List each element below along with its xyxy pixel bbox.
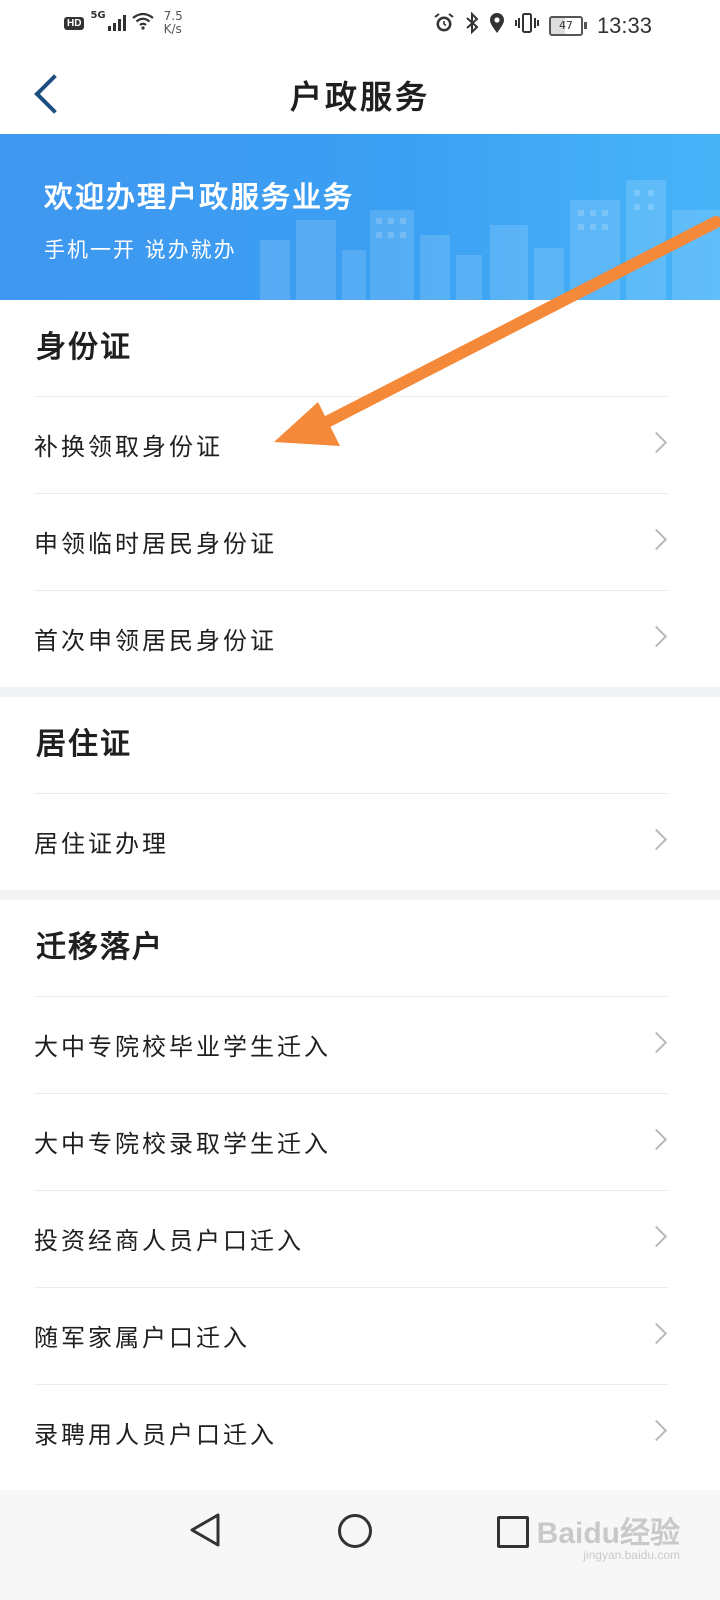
list-item[interactable]: 申领临时居民身份证 [34, 493, 668, 590]
list-item[interactable]: 录聘用人员户口迁入 [34, 1384, 668, 1481]
watermark-url: jingyan.baidu.com [583, 1548, 680, 1562]
list-item-label: 录聘用人员户口迁入 [34, 1421, 277, 1449]
list-item[interactable]: 首次申领居民身份证 [34, 590, 668, 687]
watermark: Baidu经验 jingyan.baidu.com [537, 1508, 680, 1562]
wifi-icon [131, 12, 154, 34]
hd-badge: HD [64, 16, 85, 30]
chevron-right-icon [645, 1419, 668, 1442]
system-nav-bar: Baidu经验 jingyan.baidu.com [0, 1490, 720, 1600]
banner-subtitle: 手机一开 说办就办 [44, 238, 237, 262]
nav-home-icon[interactable] [338, 1514, 372, 1548]
chevron-right-icon [645, 1031, 668, 1054]
network-type: 5G [90, 10, 106, 21]
list-item-label: 投资经商人员户口迁入 [34, 1227, 304, 1255]
alarm-icon [433, 12, 455, 39]
battery-level: 47 [548, 15, 583, 36]
battery-icon: 47 [548, 15, 587, 36]
banner: 欢迎办理户政服务业务 手机一开 说办就办 [0, 134, 720, 300]
chevron-right-icon [645, 1322, 668, 1345]
nav-bar: 户政服务 [0, 50, 720, 134]
list-item-label: 补换领取身份证 [34, 433, 223, 461]
location-icon [489, 12, 505, 39]
list-item-label: 大中专院校毕业学生迁入 [34, 1033, 331, 1061]
signal-icon [107, 15, 126, 31]
list-item[interactable]: 投资经商人员户口迁入 [34, 1190, 668, 1287]
list-item-label: 首次申领居民身份证 [34, 627, 277, 655]
list-item[interactable]: 随军家属户口迁入 [34, 1287, 668, 1384]
section-migration: 迁移落户 大中专院校毕业学生迁入 大中专院校录取学生迁入 投资经商人员户口迁入 … [0, 900, 720, 1481]
list-item[interactable]: 居住证办理 [34, 793, 668, 890]
clock: 13:33 [596, 12, 652, 38]
list-item-label: 大中专院校录取学生迁入 [34, 1130, 331, 1158]
chevron-right-icon [645, 1128, 668, 1151]
status-right: 47 13:33 [433, 11, 652, 39]
chevron-right-icon [645, 625, 668, 648]
bluetooth-icon [465, 11, 479, 39]
list-item-label: 居住证办理 [34, 830, 169, 858]
section-divider [0, 687, 720, 697]
page-title: 户政服务 [289, 78, 430, 116]
section-title: 居住证 [36, 727, 132, 762]
section-title: 身份证 [36, 330, 132, 365]
section-id-card: 身份证 补换领取身份证 申领临时居民身份证 首次申领居民身份证 [0, 300, 720, 687]
nav-recent-apps-icon[interactable] [497, 1516, 529, 1548]
list-item[interactable]: 大中专院校毕业学生迁入 [34, 996, 668, 1093]
banner-title: 欢迎办理户政服务业务 [44, 180, 355, 214]
nav-back-icon[interactable] [188, 1512, 222, 1548]
list-item-label: 申领临时居民身份证 [34, 530, 277, 558]
watermark-brand: Baidu经验 [536, 1517, 680, 1550]
status-bar: HD 5G 7.5 K/s 47 13:33 [0, 0, 720, 50]
section-residence-permit: 居住证 居住证办理 [0, 697, 720, 890]
list-item[interactable]: 补换领取身份证 [34, 396, 668, 493]
list-item[interactable]: 大中专院校录取学生迁入 [34, 1093, 668, 1190]
chevron-right-icon [645, 528, 668, 551]
chevron-right-icon [645, 1225, 668, 1248]
chevron-right-icon [645, 828, 668, 851]
chevron-right-icon [645, 431, 668, 454]
list-item-label: 随军家属户口迁入 [34, 1324, 250, 1352]
section-title: 迁移落户 [36, 930, 164, 965]
status-left: HD 5G 7.5 K/s [64, 10, 183, 36]
vibrate-icon [514, 12, 539, 39]
network-speed: 7.5 K/s [164, 10, 183, 36]
speed-unit: K/s [163, 22, 182, 36]
section-divider [0, 890, 720, 900]
